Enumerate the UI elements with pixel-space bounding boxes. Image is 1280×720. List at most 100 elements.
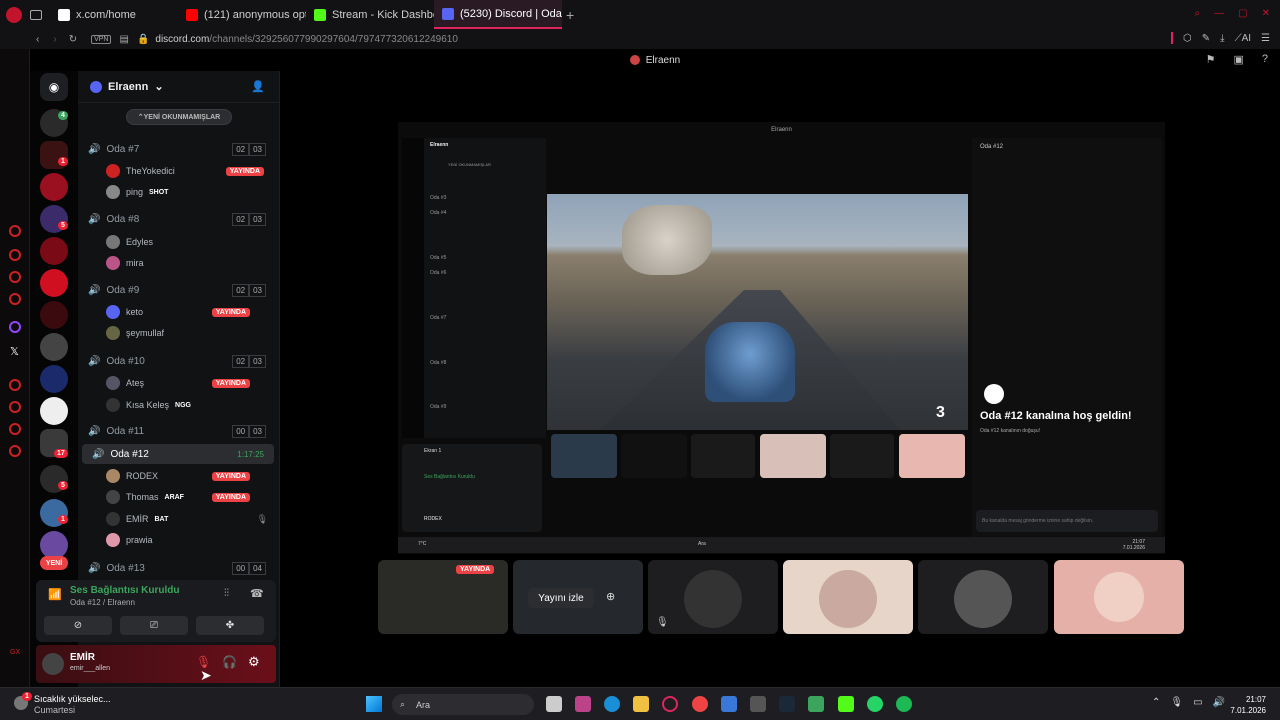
new-tab-icon[interactable]: + <box>566 7 574 23</box>
watch-stream-button[interactable]: Yayını izle <box>528 588 594 608</box>
participant-tile[interactable] <box>1054 560 1184 634</box>
activities-button[interactable]: ✤ <box>196 616 264 635</box>
store-icon[interactable] <box>721 696 737 712</box>
tab-youtube[interactable]: (121) anonymous opturkey <box>178 0 306 29</box>
history-icon[interactable] <box>9 401 21 413</box>
server-icon[interactable] <box>40 531 68 559</box>
search-tabs-icon[interactable]: ⌕ <box>1195 8 1201 19</box>
voice-user[interactable]: keto YAYINDA <box>106 303 276 321</box>
disconnect-icon[interactable]: ☎ <box>250 587 264 600</box>
app-icon[interactable] <box>808 696 824 712</box>
tab-discord[interactable]: (5230) Discord | Oda #12 | <box>434 0 562 29</box>
weather-widget[interactable]: Sıcaklık yükselec... Cumartesi <box>34 694 111 716</box>
new-unread-pill[interactable]: ⌃ YENİ OKUNMAMIŞLAR <box>126 109 232 125</box>
pinboard-icon[interactable] <box>9 423 21 435</box>
server-icon[interactable] <box>40 269 68 297</box>
voice-channel-oda-11[interactable]: 🔊 Oda #11 00 03 <box>78 421 280 441</box>
player-icon[interactable] <box>9 379 21 391</box>
flag-icon[interactable]: ⚑ <box>1206 53 1216 66</box>
server-icon[interactable] <box>40 397 68 425</box>
server-icon[interactable] <box>40 333 68 361</box>
maximize-icon[interactable]: ▢ <box>1238 8 1247 19</box>
page-info-icon[interactable]: ▤ <box>119 34 128 45</box>
reload-icon[interactable]: ↻ <box>69 34 77 45</box>
voice-user[interactable]: Ateş YAYINDA <box>106 374 276 392</box>
messenger-icon[interactable] <box>9 293 21 305</box>
task-view-icon[interactable] <box>546 696 562 712</box>
close-icon[interactable]: ✕ <box>1262 8 1270 19</box>
signal-icon[interactable]: 📶 <box>48 588 62 601</box>
discord-home-icon[interactable]: ◉ <box>40 73 68 101</box>
display-icon[interactable]: ▭ <box>1193 697 1202 708</box>
opera-logo-icon[interactable] <box>6 6 22 23</box>
pin-icon[interactable]: ✎ <box>1202 33 1210 44</box>
gear-icon[interactable]: ⚙ <box>248 654 260 670</box>
voice-user[interactable]: Thomas ARAF YAYINDA <box>106 488 276 506</box>
app-icon[interactable] <box>750 696 766 712</box>
avatar[interactable] <box>42 653 64 675</box>
copilot-icon[interactable] <box>575 696 591 712</box>
server-icon[interactable] <box>40 237 68 265</box>
taskbar-search[interactable]: ⌕ Ara <box>392 694 534 715</box>
server-icon[interactable] <box>40 365 68 393</box>
voice-user[interactable]: prawia <box>106 531 276 549</box>
guild-header[interactable]: Elraenn ⌄ 👤 <box>78 71 279 103</box>
tab-x[interactable]: x.com/home <box>50 0 178 29</box>
chevron-up-icon[interactable]: ⌃ <box>1152 697 1160 708</box>
server-icon[interactable] <box>40 173 68 201</box>
file-explorer-icon[interactable] <box>633 696 649 712</box>
back-icon[interactable]: ‹ <box>36 34 39 45</box>
spotify-icon[interactable] <box>896 696 912 712</box>
aria-ai-button[interactable]: ⟋AI <box>1235 33 1251 44</box>
new-pill[interactable]: YENİ <box>40 556 68 570</box>
participant-tile[interactable] <box>918 560 1048 634</box>
voice-channel-oda-9[interactable]: 🔊 Oda #9 02 03 <box>78 280 280 300</box>
headphones-icon[interactable]: 🎧 <box>222 655 237 669</box>
participant-tile[interactable] <box>783 560 913 634</box>
camera-off-button[interactable]: ⊘ <box>44 616 112 635</box>
taskbar-clock[interactable]: 21:07 7.01.2026 <box>1230 694 1266 716</box>
voice-channel-oda-13[interactable]: 🔊 Oda #13 00 04 <box>78 558 280 578</box>
forward-icon[interactable]: › <box>53 34 56 45</box>
voice-user[interactable]: ping SHOT <box>106 183 276 201</box>
gx-corner-icon[interactable] <box>9 249 21 261</box>
user-name[interactable]: EMİR <box>70 652 95 663</box>
screen-share-button[interactable]: ⎚ <box>120 616 188 635</box>
x-icon[interactable]: 𝕏 <box>10 345 19 358</box>
volume-icon[interactable]: 🔊 <box>1213 697 1225 708</box>
voice-user[interactable]: mira <box>106 254 276 272</box>
settings-icon[interactable] <box>9 445 21 457</box>
aria-icon[interactable] <box>9 225 21 237</box>
chrome-icon[interactable] <box>692 696 708 712</box>
edge-icon[interactable] <box>604 696 620 712</box>
vpn-badge[interactable]: VPN <box>91 34 112 44</box>
steam-icon[interactable] <box>779 696 795 712</box>
url-field[interactable]: discord.com/channels/329256077990297604/… <box>155 34 458 45</box>
voice-user[interactable]: TheYokedici YAYINDA <box>106 162 276 180</box>
whatsapp-icon[interactable] <box>9 271 21 283</box>
voice-channel-oda-7[interactable]: 🔊 Oda #7 02 03 <box>78 139 280 159</box>
download-icon[interactable]: ⤓ <box>1220 33 1224 44</box>
kick-icon[interactable] <box>838 696 854 712</box>
extensions-icon[interactable]: ⬡ <box>1183 33 1192 44</box>
voice-channel-oda-12[interactable]: 🔊 Oda #12 1:17:25 <box>82 444 274 464</box>
menu-icon[interactable]: ☰ <box>1261 33 1270 44</box>
voice-user[interactable]: EMİR BAT 🎙 <box>106 510 276 528</box>
invite-icon[interactable]: 👤 <box>251 80 265 93</box>
gx-logo-icon[interactable]: GX <box>10 649 20 656</box>
voice-status[interactable]: Ses Bağlantısı Kuruldu <box>70 585 179 596</box>
twitch-icon[interactable] <box>9 321 21 333</box>
voice-user[interactable]: şeymullaf <box>106 324 276 342</box>
noise-suppression-icon[interactable]: ⫶⫶ <box>224 588 229 599</box>
help-icon[interactable]: ? <box>1262 53 1268 66</box>
voice-user[interactable]: Kısa Keleş NGG <box>106 396 276 414</box>
participant-tile[interactable]: 🎙 <box>648 560 778 634</box>
minimize-icon[interactable]: — <box>1214 8 1224 19</box>
voice-user[interactable]: Edyles <box>106 233 276 251</box>
server-icon[interactable] <box>40 301 68 329</box>
tab-islands-icon[interactable] <box>30 9 42 20</box>
opera-gx-icon[interactable] <box>662 696 678 712</box>
mic-icon[interactable]: 🎙 <box>1170 697 1183 708</box>
popout-icon[interactable]: ⊕ <box>606 590 615 603</box>
inbox-icon[interactable]: ▣ <box>1233 53 1243 66</box>
